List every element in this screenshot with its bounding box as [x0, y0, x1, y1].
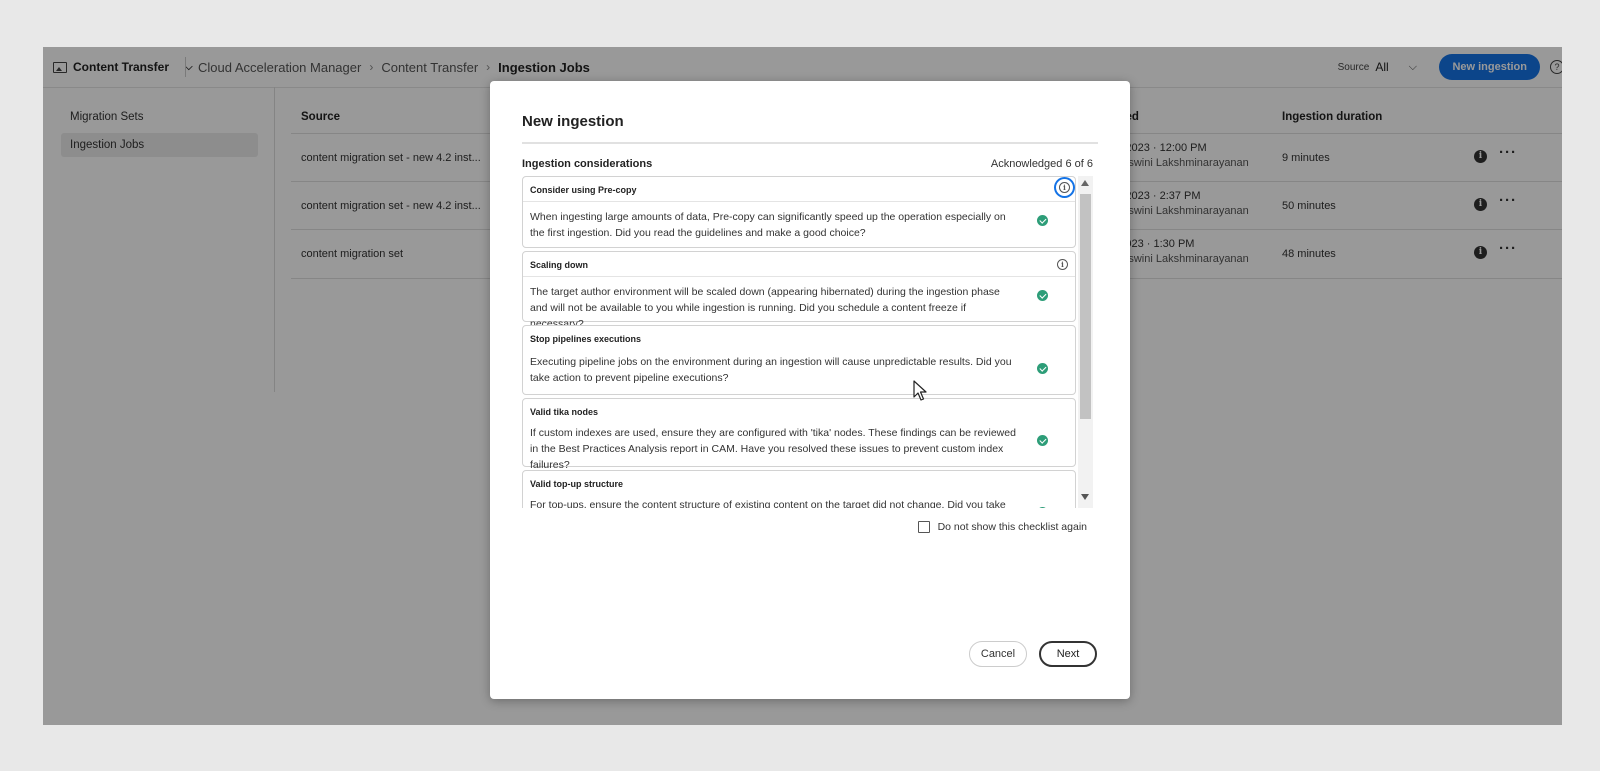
- consideration-card[interactable]: Consider using Pre-copy i When ingesting…: [522, 176, 1076, 248]
- checkmark-icon[interactable]: [1037, 215, 1048, 226]
- info-icon[interactable]: i: [1057, 259, 1068, 270]
- card-text: If custom indexes are used, ensure they …: [530, 427, 1016, 471]
- info-icon[interactable]: i: [1059, 182, 1070, 193]
- consideration-card[interactable]: Scaling down i The target author environ…: [522, 251, 1076, 330]
- card-text: When ingesting large amounts of data, Pr…: [530, 211, 1006, 239]
- scrollbar-thumb[interactable]: [1080, 194, 1091, 419]
- checkmark-icon[interactable]: [1037, 363, 1048, 374]
- divider: [523, 201, 1075, 202]
- consideration-card[interactable]: Valid top-up structure For top-ups, ensu…: [522, 470, 1076, 508]
- considerations-heading: Ingestion considerations: [522, 158, 653, 170]
- next-button[interactable]: Next: [1039, 641, 1097, 667]
- mouse-cursor-icon: [913, 380, 927, 401]
- card-text: For top-ups, ensure the content structur…: [530, 499, 1006, 508]
- divider: [523, 276, 1075, 277]
- scroll-down-arrow-icon[interactable]: [1081, 494, 1089, 500]
- card-title: Valid top-up structure: [530, 479, 624, 489]
- dont-show-label: Do not show this checklist again: [937, 521, 1087, 533]
- dialog-title: New ingestion: [522, 113, 624, 130]
- scroll-up-arrow-icon[interactable]: [1081, 180, 1089, 186]
- card-text: Executing pipeline jobs on the environme…: [530, 356, 1012, 384]
- dont-show-checkbox[interactable]: Do not show this checklist again: [917, 521, 1087, 533]
- checkmark-icon[interactable]: [1037, 507, 1048, 508]
- checkbox[interactable]: [917, 521, 930, 533]
- card-title: Consider using Pre-copy: [530, 185, 637, 195]
- consideration-card[interactable]: Valid tika nodes If custom indexes are u…: [522, 398, 1076, 471]
- acknowledged-count: Acknowledged 6 of 6: [990, 158, 1093, 170]
- consideration-card[interactable]: Stop pipelines executions Executing pipe…: [522, 325, 1076, 395]
- checkmark-icon[interactable]: [1037, 435, 1048, 446]
- divider: [522, 142, 1098, 144]
- checkmark-icon[interactable]: [1037, 290, 1048, 301]
- considerations-list[interactable]: Consider using Pre-copy i When ingesting…: [522, 176, 1093, 508]
- card-title: Stop pipelines executions: [530, 334, 642, 344]
- new-ingestion-dialog: New ingestion Ingestion considerations A…: [490, 81, 1130, 699]
- scrollbar[interactable]: [1078, 176, 1093, 508]
- card-title: Scaling down: [530, 260, 589, 270]
- card-title: Valid tika nodes: [530, 407, 599, 417]
- cancel-button[interactable]: Cancel: [969, 641, 1027, 667]
